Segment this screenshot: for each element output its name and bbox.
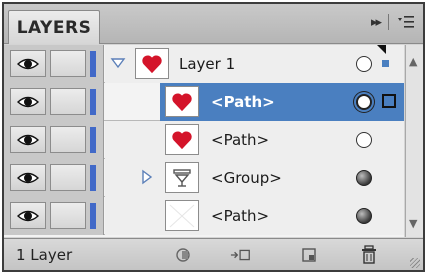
path-thumbnail — [165, 124, 199, 155]
target-circle-icon[interactable] — [356, 170, 372, 186]
target-circle-icon[interactable] — [356, 56, 372, 72]
collapse-panel-icon[interactable]: ▸▸ — [371, 15, 382, 30]
lock-toggle[interactable] — [50, 164, 86, 191]
create-new-layer-icon[interactable] — [298, 245, 320, 265]
group-thumbnail — [165, 162, 199, 193]
tool-separator — [388, 14, 389, 30]
layer-name[interactable]: <Path> — [211, 93, 275, 111]
layer-color-bar — [90, 89, 96, 115]
layer-count: 1 Layer — [16, 246, 73, 264]
target-circle-icon[interactable] — [356, 208, 372, 224]
layer-row[interactable]: Layer 1 — [4, 45, 404, 83]
create-sublayer-icon[interactable] — [230, 245, 252, 265]
layer-color-bar — [90, 165, 96, 191]
heart-icon — [142, 54, 162, 73]
heart-icon — [172, 92, 192, 111]
panel-footer: 1 Layer — [4, 238, 423, 270]
layer-color-bar — [90, 203, 96, 229]
current-layer-corner-icon — [377, 45, 386, 54]
layer-row[interactable]: <Path> — [4, 83, 404, 121]
layer-name[interactable]: <Group> — [211, 169, 282, 187]
heart-icon — [172, 130, 192, 149]
panel-tools: ▸▸ — [371, 14, 415, 30]
lock-toggle[interactable] — [50, 126, 86, 153]
selection-indicator-icon[interactable] — [382, 60, 389, 67]
vertical-scrollbar[interactable]: ▲ ▼ — [405, 45, 423, 237]
eye-icon[interactable] — [10, 202, 46, 229]
path-thumbnail — [165, 86, 199, 117]
layer-list: Layer 1 <Path> <Path> <Group> <Path> — [4, 45, 404, 237]
layer-name[interactable]: <Path> — [211, 131, 269, 149]
collapsed-triangle-icon[interactable] — [139, 169, 155, 185]
panel-menu-icon[interactable] — [397, 14, 415, 30]
layer-row[interactable]: <Group> — [4, 159, 404, 197]
path-thumbnail — [165, 200, 199, 231]
lock-toggle[interactable] — [50, 88, 86, 115]
tab-layers[interactable]: LAYERS — [8, 10, 100, 44]
selection-indicator-icon[interactable] — [382, 94, 396, 108]
blank-thumbnail-icon — [169, 204, 195, 227]
eye-icon[interactable] — [10, 164, 46, 191]
layers-panel: LAYERS ▸▸ Layer 1 <Path> <Path> <Group> … — [2, 2, 425, 272]
cup-icon — [173, 168, 191, 187]
lock-toggle[interactable] — [50, 202, 86, 229]
layer-row[interactable]: <Path> — [4, 197, 404, 235]
layer-color-bar — [90, 51, 96, 77]
make-clipping-mask-icon[interactable] — [172, 245, 194, 265]
lock-toggle[interactable] — [50, 50, 86, 77]
target-circle-icon[interactable] — [356, 94, 372, 110]
layer-name[interactable]: <Path> — [211, 207, 269, 225]
resize-grip-icon[interactable] — [410, 258, 420, 268]
eye-icon[interactable] — [10, 50, 46, 77]
delete-layer-icon[interactable] — [358, 245, 380, 265]
scroll-down-icon[interactable]: ▼ — [409, 217, 417, 230]
eye-icon[interactable] — [10, 88, 46, 115]
layer-thumbnail — [135, 48, 169, 79]
layer-color-bar — [90, 127, 96, 153]
expand-triangle-icon[interactable] — [110, 55, 126, 71]
scroll-up-icon[interactable]: ▲ — [409, 55, 417, 68]
panel-tab-bar: LAYERS ▸▸ — [4, 4, 423, 44]
layer-row[interactable]: <Path> — [4, 121, 404, 159]
eye-icon[interactable] — [10, 126, 46, 153]
layer-name[interactable]: Layer 1 — [179, 55, 235, 73]
target-circle-icon[interactable] — [356, 132, 372, 148]
